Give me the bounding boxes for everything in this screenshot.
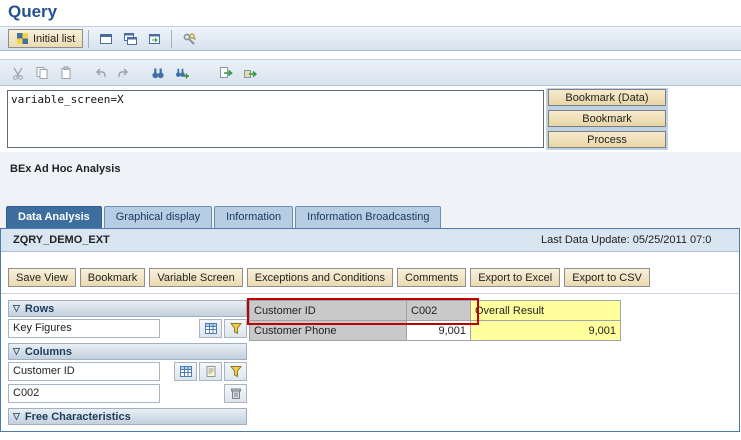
initial-list-button[interactable]: Initial list bbox=[8, 29, 84, 48]
copy-icon[interactable] bbox=[30, 62, 54, 83]
row-item-icons bbox=[199, 319, 247, 338]
data-cell-overall-result: 9,001 bbox=[470, 320, 621, 341]
tab-information-broadcasting[interactable]: Information Broadcasting bbox=[295, 206, 442, 228]
rows-item-key-figures: Key Figures bbox=[8, 318, 247, 339]
save-view-button[interactable]: Save View bbox=[8, 268, 76, 287]
action-button-row: Save View Bookmark Variable Screen Excep… bbox=[8, 268, 650, 287]
filter-icon[interactable] bbox=[224, 362, 247, 381]
rows-section-header[interactable]: ▽ Rows bbox=[8, 300, 247, 317]
sap-query-screen: Query Initial list variable_screen=X Boo… bbox=[0, 0, 741, 440]
paste-icon[interactable] bbox=[54, 62, 78, 83]
column-item-icons bbox=[174, 362, 247, 381]
exceptions-conditions-button[interactable]: Exceptions and Conditions bbox=[246, 268, 394, 287]
collapse-triangle-icon: ▽ bbox=[13, 411, 20, 421]
navigation-panel: ▽ Rows Key Figures ▽ Columns Customer ID… bbox=[8, 300, 247, 425]
table-row: Customer ID C002 Overall Result bbox=[249, 300, 621, 321]
table-icon[interactable] bbox=[174, 362, 197, 381]
horizontal-divider bbox=[1, 293, 739, 294]
process-button[interactable]: Process bbox=[548, 131, 666, 148]
new-session-icon[interactable] bbox=[94, 28, 118, 49]
table-icon[interactable] bbox=[199, 319, 222, 338]
initial-list-label: Initial list bbox=[33, 32, 76, 45]
command-input[interactable]: variable_screen=X bbox=[7, 90, 544, 148]
rows-section-label: Rows bbox=[24, 302, 55, 315]
side-button-panel: Bookmark (Data) Bookmark Process bbox=[546, 88, 668, 150]
data-cell-value: 9,001 bbox=[406, 320, 471, 341]
execute-icon[interactable] bbox=[214, 62, 238, 83]
content-header-strip: ZQRY_DEMO_EXT Last Data Update: 05/25/20… bbox=[1, 229, 739, 252]
paste-session-icon[interactable] bbox=[142, 28, 166, 49]
toolbar-separator bbox=[88, 29, 90, 48]
redo-icon[interactable] bbox=[112, 62, 136, 83]
tab-information[interactable]: Information bbox=[214, 206, 294, 228]
find-next-icon[interactable] bbox=[170, 62, 194, 83]
initial-list-icon bbox=[17, 33, 28, 44]
find-icon[interactable] bbox=[146, 62, 170, 83]
variable-screen-button[interactable]: Variable Screen bbox=[149, 268, 243, 287]
page-title: Query bbox=[8, 2, 58, 21]
toolbar-separator bbox=[171, 29, 173, 48]
tab-graphical-display[interactable]: Graphical display bbox=[103, 206, 213, 228]
application-toolbar: Initial list bbox=[0, 26, 741, 51]
tab-strip: Data Analysis Graphical display Informat… bbox=[6, 206, 443, 228]
columns-section-label: Columns bbox=[24, 345, 72, 358]
header-cell-c002[interactable]: C002 bbox=[406, 300, 471, 321]
transport-icon[interactable] bbox=[238, 62, 262, 83]
collapse-triangle-icon: ▽ bbox=[13, 303, 20, 313]
bookmark-button[interactable]: Bookmark bbox=[548, 110, 666, 127]
free-characteristics-section-header[interactable]: ▽ Free Characteristics bbox=[8, 408, 247, 425]
export-excel-button[interactable]: Export to Excel bbox=[470, 268, 561, 287]
header-cell-overall-result[interactable]: Overall Result bbox=[470, 300, 621, 321]
properties-icon[interactable] bbox=[199, 362, 222, 381]
last-data-update: Last Data Update: 05/25/2011 07:0 bbox=[541, 234, 712, 246]
bookmark-action-button[interactable]: Bookmark bbox=[79, 268, 146, 287]
bex-heading: BEx Ad Hoc Analysis bbox=[10, 163, 121, 175]
header-cell-customer-id[interactable]: Customer ID bbox=[249, 300, 407, 321]
table-row: Customer Phone 9,001 9,001 bbox=[249, 320, 621, 341]
key-figures-label: Key Figures bbox=[8, 319, 160, 338]
customer-id-label: Customer ID bbox=[8, 362, 160, 381]
edit-toolbar bbox=[0, 59, 741, 86]
undo-icon[interactable] bbox=[88, 62, 112, 83]
tab-data-analysis[interactable]: Data Analysis bbox=[6, 206, 102, 228]
collapse-triangle-icon: ▽ bbox=[13, 346, 20, 356]
analysis-content: ZQRY_DEMO_EXT Last Data Update: 05/25/20… bbox=[0, 228, 740, 432]
value-row-icons bbox=[224, 384, 247, 403]
customer-id-value-cell: C002 bbox=[8, 384, 160, 403]
filter-icon[interactable] bbox=[224, 319, 247, 338]
bookmark-data-button[interactable]: Bookmark (Data) bbox=[548, 89, 666, 106]
columns-section-header[interactable]: ▽ Columns bbox=[8, 343, 247, 360]
free-characteristics-label: Free Characteristics bbox=[24, 410, 131, 423]
trash-icon[interactable] bbox=[224, 384, 247, 403]
export-csv-button[interactable]: Export to CSV bbox=[564, 268, 650, 287]
copy-session-icon[interactable] bbox=[118, 28, 142, 49]
result-table: Customer ID C002 Overall Result Customer… bbox=[249, 300, 621, 341]
columns-item-customer-id: Customer ID bbox=[8, 361, 247, 382]
query-name: ZQRY_DEMO_EXT bbox=[13, 234, 110, 246]
cut-icon[interactable] bbox=[6, 62, 30, 83]
comments-button[interactable]: Comments bbox=[397, 268, 467, 287]
customize-icon[interactable] bbox=[177, 28, 201, 49]
columns-value-row: C002 bbox=[8, 383, 247, 404]
row-label-customer-phone[interactable]: Customer Phone bbox=[249, 320, 407, 341]
